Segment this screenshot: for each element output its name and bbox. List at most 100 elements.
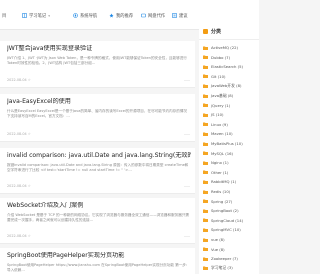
category-item[interactable]: JavaWeb开发 (8) bbox=[203, 81, 259, 90]
category-item[interactable]: RabbitMQ (1) bbox=[203, 177, 259, 186]
folder-icon bbox=[203, 209, 208, 213]
folder-icon bbox=[203, 151, 208, 156]
chevron-down-icon: ▾ bbox=[48, 13, 50, 18]
category-item[interactable]: MyBatisPlus (10) bbox=[203, 139, 259, 148]
nav-item-site-nav[interactable]: 系统导航 bbox=[73, 11, 97, 20]
folder-icon bbox=[203, 132, 208, 136]
category-label: Java基础 (8) bbox=[211, 92, 234, 98]
more-icon[interactable]: … bbox=[184, 183, 190, 189]
post-date: 2022-08-04 ☆ bbox=[7, 132, 31, 136]
folder-icon bbox=[203, 170, 208, 175]
category-item[interactable]: Java基础 (8) bbox=[203, 91, 259, 100]
folder-icon bbox=[203, 46, 208, 50]
category-item[interactable]: SpringBoot (2) bbox=[203, 206, 259, 215]
nav-item-suggest[interactable]: 建议 bbox=[172, 11, 188, 20]
folder-icon bbox=[203, 74, 208, 79]
category-label: Zookeeper (7) bbox=[211, 256, 238, 262]
category-label: Nginx (1) bbox=[211, 160, 229, 166]
category-item[interactable]: SpringCloud (14) bbox=[203, 216, 259, 225]
category-item[interactable]: Git (10) bbox=[203, 72, 259, 81]
post-title-link[interactable]: invalid comparison: java.util.Date and j… bbox=[7, 152, 191, 160]
category-item[interactable]: jQuery (1) bbox=[203, 101, 259, 110]
folder-icon bbox=[203, 142, 208, 146]
category-label: jQuery (1) bbox=[211, 102, 231, 108]
nav-brand[interactable]: 目 bbox=[2, 11, 6, 20]
nav-item-label: 学习笔记 bbox=[29, 13, 47, 19]
nav-item-label: 系统导航 bbox=[80, 13, 98, 19]
more-icon[interactable]: … bbox=[184, 131, 190, 137]
category-label: SpringBoot (2) bbox=[211, 208, 239, 214]
folder-icon bbox=[203, 266, 208, 271]
post-date: 2022-08-04 ☆ bbox=[7, 78, 31, 82]
folder-icon bbox=[203, 180, 208, 184]
category-label: Dubbo (7) bbox=[211, 54, 231, 60]
category-item[interactable]: Vue (8) bbox=[203, 245, 259, 254]
category-item[interactable]: MySQL (16) bbox=[203, 149, 259, 158]
category-item[interactable]: SpringMVC (10) bbox=[203, 225, 259, 234]
nav-item-study-notes[interactable]: 学习笔记 ▾ bbox=[22, 11, 50, 20]
category-item[interactable]: Maven (10) bbox=[203, 129, 259, 138]
post-card: WebSocket介绍及入门案例 介绍 WebSocket 是基于 TCP 的一… bbox=[0, 198, 195, 244]
category-item[interactable]: vue (8) bbox=[203, 235, 259, 244]
nav-item-label: 网盘代作 bbox=[148, 13, 166, 19]
category-sidebar: 分类 ActiveMQ (22) Dubbo (7) ElasticSearch (… bbox=[199, 24, 259, 274]
more-icon[interactable]: … bbox=[184, 77, 190, 83]
post-card: SpringBoot使用PageHelper实现分页功能 SpringBoot使… bbox=[0, 248, 195, 274]
category-label: JavaWeb开发 (8) bbox=[211, 82, 242, 88]
category-item[interactable]: Zookeeper (7) bbox=[203, 254, 259, 263]
category-item[interactable]: Spring (27) bbox=[203, 197, 259, 206]
category-item[interactable]: Redis (10) bbox=[203, 187, 259, 196]
folder-icon bbox=[203, 94, 208, 98]
more-icon[interactable]: … bbox=[184, 233, 190, 239]
category-item[interactable]: Other (1) bbox=[203, 168, 259, 177]
category-item[interactable]: ElasticSearch (5) bbox=[203, 62, 259, 71]
folder-icon bbox=[203, 113, 208, 117]
post-excerpt: 什么是EasyExcel EasyExcel是一个基于Java的简单、省内存的读… bbox=[7, 109, 188, 119]
post-card: Java-EasyExcel的使用 什么是EasyExcel EasyExcel… bbox=[0, 94, 195, 142]
post-date: 2022-08-04 ☆ bbox=[7, 234, 31, 238]
folder-icon bbox=[203, 247, 208, 252]
idea-icon bbox=[172, 13, 177, 18]
folder-icon bbox=[203, 218, 208, 223]
brand-label: 目 bbox=[2, 13, 7, 19]
post-excerpt: 报错invalid comparison: java.util.Date and… bbox=[7, 163, 189, 173]
folder-icon bbox=[203, 257, 208, 261]
folder-icon bbox=[203, 55, 208, 60]
category-label: JS (10) bbox=[211, 112, 224, 118]
nav-item-recommend[interactable]: 我的推荐 bbox=[109, 11, 133, 20]
post-title-link[interactable]: Java-EasyExcel的使用 bbox=[7, 98, 191, 106]
nav-item-cloud[interactable]: 网盘代作 bbox=[141, 11, 165, 20]
category-label: Linux (9) bbox=[211, 121, 228, 127]
category-item[interactable]: Dubbo (7) bbox=[203, 53, 259, 62]
folder-icon bbox=[203, 190, 208, 194]
category-label: ActiveMQ (22) bbox=[211, 45, 239, 50]
category-item[interactable]: Linux (9) bbox=[203, 120, 259, 129]
category-item[interactable]: Nginx (1) bbox=[203, 158, 259, 167]
cloud-icon bbox=[141, 13, 146, 18]
category-label: SpringCloud (14) bbox=[211, 217, 244, 223]
category-label: SpringMVC (10) bbox=[211, 227, 241, 233]
category-label: Vue (8) bbox=[211, 246, 225, 252]
category-item[interactable]: JS (10) bbox=[203, 110, 259, 119]
folder-icon bbox=[203, 238, 208, 242]
folder-icon bbox=[203, 199, 208, 204]
category-item[interactable]: ActiveMQ (22) bbox=[203, 43, 259, 52]
category-item[interactable]: 学习笔记 (3) bbox=[203, 264, 259, 273]
category-label: MySQL (16) bbox=[211, 150, 234, 156]
post-card: JWT整合java使用实现登录验证 JWT介绍 1、JWT ·JWT为 Json… bbox=[0, 41, 195, 88]
category-label: RabbitMQ (1) bbox=[211, 179, 237, 185]
category-label: Other (1) bbox=[211, 169, 229, 175]
nav-icon bbox=[73, 13, 78, 18]
nav-item-label: 建议 bbox=[179, 13, 188, 19]
book-icon bbox=[22, 13, 27, 18]
recommend-icon bbox=[109, 13, 114, 18]
post-title-link[interactable]: SpringBoot使用PageHelper实现分页功能 bbox=[7, 252, 191, 260]
nav-item-label: 我的推荐 bbox=[116, 13, 134, 19]
post-title-link[interactable]: JWT整合java使用实现登录验证 bbox=[7, 45, 191, 53]
post-excerpt: JWT介绍 1、JWT ·JWT为 Json Web Token，是一种令牌的格… bbox=[7, 56, 187, 66]
category-heading: 分类 bbox=[199, 24, 259, 40]
post-excerpt: 介绍 WebSocket 是基于 TCP 的一种新的网络协议。它实现了浏览器与服… bbox=[7, 213, 190, 223]
post-card: invalid comparison: java.util.Date and j… bbox=[0, 148, 195, 194]
post-title-link[interactable]: WebSocket介绍及入门案例 bbox=[7, 202, 191, 210]
category-label: 学习笔记 (3) bbox=[211, 265, 233, 271]
